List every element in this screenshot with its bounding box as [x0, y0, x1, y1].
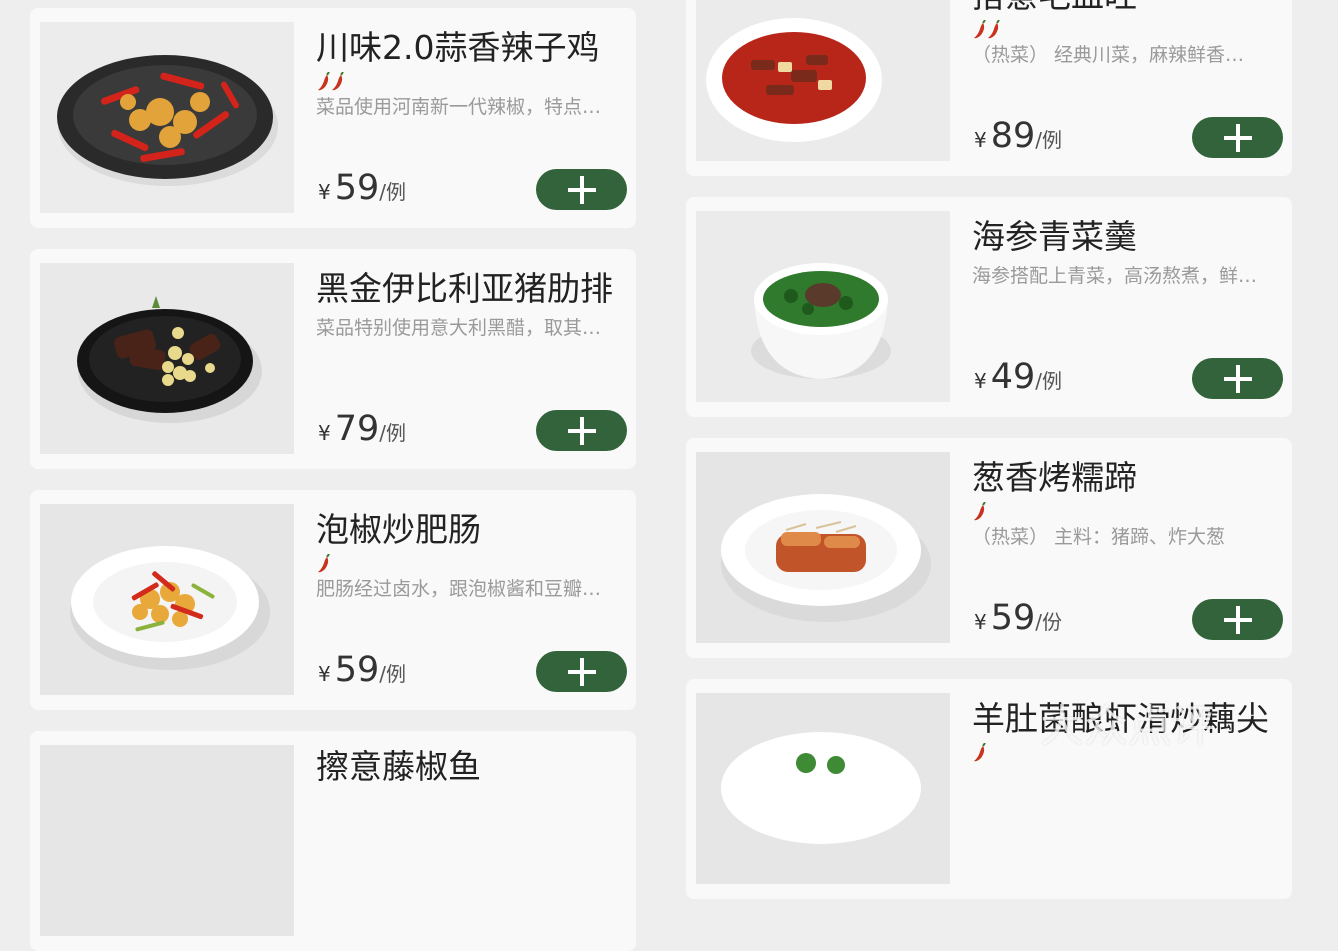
- dish-description: （热菜） 主料：猪蹄、炸大葱: [972, 526, 1226, 548]
- dish-description: （热菜） 经典川菜，麻辣鲜香…: [972, 44, 1245, 66]
- price-value: 89: [990, 116, 1036, 156]
- add-to-cart-button[interactable]: [1192, 117, 1283, 158]
- dish-photo[interactable]: [40, 22, 294, 213]
- price-unit: /份: [1035, 610, 1063, 634]
- price-value: 59: [334, 650, 380, 690]
- add-to-cart-button[interactable]: [536, 410, 627, 451]
- dish-photo[interactable]: [40, 504, 294, 695]
- dish-description: 海参搭配上青菜，高汤熬煮，鲜…: [972, 265, 1258, 287]
- dish-card[interactable]: 擦意藤椒鱼: [30, 731, 636, 951]
- currency-symbol: ¥: [318, 421, 331, 445]
- price-value: 59: [990, 598, 1036, 638]
- dish-price: ¥59/例: [318, 650, 406, 694]
- chili-pepper-icon: [974, 743, 986, 762]
- price-unit: /例: [1035, 369, 1063, 393]
- plus-icon: [567, 416, 596, 445]
- price-unit: /例: [379, 180, 407, 204]
- dish-description: 肥肠经过卤水，跟泡椒酱和豆瓣…: [316, 578, 602, 600]
- currency-symbol: ¥: [974, 128, 987, 152]
- dish-name: 泡椒炒肥肠: [316, 510, 481, 549]
- dish-photo[interactable]: [696, 211, 950, 402]
- dish-photo[interactable]: [40, 745, 294, 936]
- plus-icon: [1223, 123, 1252, 152]
- chili-pepper-icon: [974, 502, 986, 521]
- add-to-cart-button[interactable]: [536, 169, 627, 210]
- plus-icon: [567, 175, 596, 204]
- dish-name: 海参青菜羹: [972, 217, 1137, 256]
- chili-icon: [973, 502, 987, 524]
- currency-symbol: ¥: [974, 610, 987, 634]
- chili-pepper-icon: [318, 72, 330, 91]
- price-unit: /例: [1035, 128, 1063, 152]
- dish-name: 擦意藤椒鱼: [316, 747, 481, 786]
- add-to-cart-button[interactable]: [1192, 599, 1283, 640]
- dish-description: 菜品使用河南新一代辣椒，特点…: [316, 96, 602, 118]
- add-to-cart-button[interactable]: [536, 651, 627, 692]
- dish-photo[interactable]: [40, 263, 294, 454]
- dish-card[interactable]: 海参青菜羹 海参搭配上青菜，高汤熬煮，鲜… ¥49/例: [686, 197, 1292, 417]
- price-unit: /例: [379, 662, 407, 686]
- chili-icon: [973, 20, 1001, 42]
- dish-name: 川味2.0蒜香辣子鸡: [316, 28, 600, 67]
- dish-name: 葱香烤糯蹄: [972, 458, 1137, 497]
- price-value: 59: [334, 168, 380, 208]
- chili-icon: [317, 554, 331, 576]
- chili-icon: [973, 743, 987, 765]
- plus-icon: [1223, 605, 1252, 634]
- plus-icon: [1223, 364, 1252, 393]
- chili-icon: [317, 72, 345, 94]
- chili-pepper-icon: [974, 20, 986, 39]
- add-to-cart-button[interactable]: [1192, 358, 1283, 399]
- dish-card[interactable]: 搭意毛血旺 （热菜） 经典川菜，麻辣鲜香… ¥89/例: [686, 0, 1292, 176]
- dish-price: ¥49/例: [974, 357, 1062, 401]
- watermark-logo: 大众点评: [1040, 701, 1216, 752]
- price-value: 49: [990, 357, 1036, 397]
- price-unit: /例: [379, 421, 407, 445]
- price-value: 79: [334, 409, 380, 449]
- currency-symbol: ¥: [318, 662, 331, 686]
- dish-photo[interactable]: [696, 0, 950, 161]
- dish-price: ¥89/例: [974, 116, 1062, 160]
- dish-photo[interactable]: [696, 693, 950, 884]
- dish-card[interactable]: 泡椒炒肥肠 肥肠经过卤水，跟泡椒酱和豆瓣… ¥59/例: [30, 490, 636, 710]
- chili-pepper-icon: [332, 72, 344, 91]
- dish-photo[interactable]: [696, 452, 950, 643]
- dish-price: ¥59/份: [974, 598, 1062, 642]
- chili-pepper-icon: [988, 20, 1000, 39]
- currency-symbol: ¥: [318, 180, 331, 204]
- dish-card[interactable]: 葱香烤糯蹄 （热菜） 主料：猪蹄、炸大葱 ¥59/份: [686, 438, 1292, 658]
- dish-description: 菜品特别使用意大利黑醋，取其…: [316, 317, 602, 339]
- chili-pepper-icon: [318, 554, 330, 573]
- dish-card[interactable]: 川味2.0蒜香辣子鸡 菜品使用河南新一代辣椒，特点… ¥59/例: [30, 8, 636, 228]
- dish-card[interactable]: 黑金伊比利亚猪肋排 菜品特别使用意大利黑醋，取其… ¥79/例: [30, 249, 636, 469]
- dish-price: ¥79/例: [318, 409, 406, 453]
- currency-symbol: ¥: [974, 369, 987, 393]
- plus-icon: [567, 657, 596, 686]
- dish-name: 黑金伊比利亚猪肋排: [316, 269, 613, 308]
- dish-price: ¥59/例: [318, 168, 406, 212]
- dish-name: 搭意毛血旺: [972, 0, 1282, 18]
